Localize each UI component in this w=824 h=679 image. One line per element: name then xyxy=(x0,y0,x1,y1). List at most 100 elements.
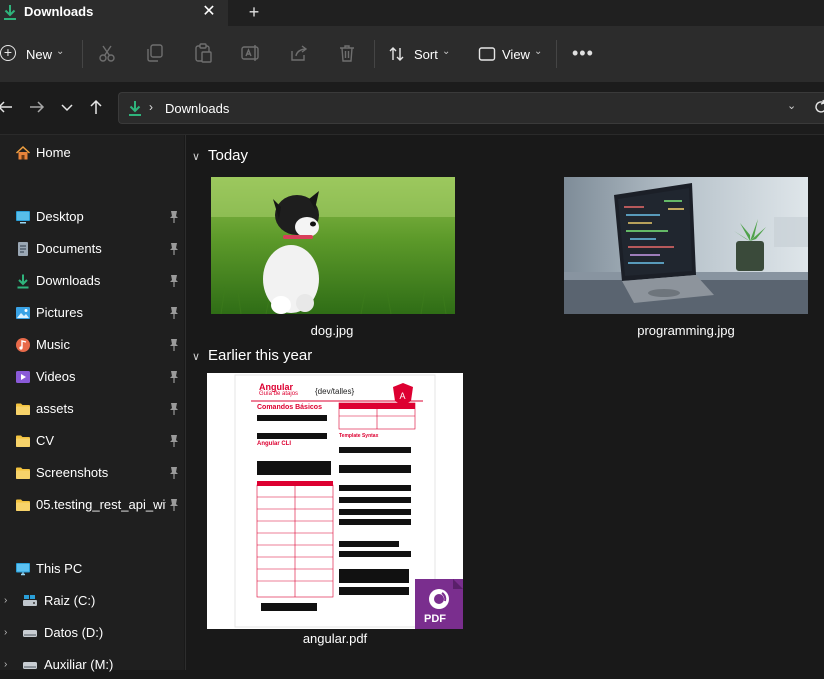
breadcrumb-separator: › xyxy=(149,100,153,114)
close-tab-icon[interactable]: ✕ xyxy=(200,2,218,22)
pin-icon[interactable] xyxy=(168,466,180,480)
arrow-left-icon xyxy=(0,101,12,113)
divider xyxy=(374,40,375,68)
pdf-thumbnail: A Angular Guía de atajos {dev/talles} Co… xyxy=(207,373,463,629)
pin-icon[interactable] xyxy=(168,402,180,416)
image-thumbnail xyxy=(564,177,808,314)
sidebar-item-drive-d[interactable]: › Datos (D:) xyxy=(0,619,184,647)
pin-icon[interactable] xyxy=(168,370,180,384)
chevron-down-icon: ⌄ xyxy=(442,46,451,57)
share-button[interactable] xyxy=(288,42,310,64)
copy-button[interactable] xyxy=(144,42,166,64)
file-name: angular.pdf xyxy=(302,631,368,646)
pin-icon[interactable] xyxy=(168,338,180,352)
address-bar[interactable]: › Downloads ⌄ xyxy=(118,92,824,124)
recent-locations-button[interactable] xyxy=(58,98,76,116)
back-button[interactable] xyxy=(0,98,14,116)
computer-icon xyxy=(16,563,30,576)
folder-icon xyxy=(16,467,30,479)
sidebar-item-drive-c[interactable]: › Raiz (C:) xyxy=(0,587,184,615)
downloads-icon xyxy=(129,101,141,116)
chevron-down-icon xyxy=(61,104,73,112)
file-tile-dog[interactable]: dog.jpg xyxy=(208,177,456,342)
pin-icon[interactable] xyxy=(168,242,180,256)
plus-icon: + xyxy=(0,45,16,61)
cut-icon xyxy=(99,45,115,62)
chevron-right-icon[interactable]: › xyxy=(4,595,7,606)
rename-icon xyxy=(241,45,259,61)
tab-downloads[interactable]: Downloads ✕ xyxy=(0,0,228,26)
command-bar: + New ⌄ Sort ⌄ View ⌄ ••• xyxy=(0,26,824,82)
cut-button[interactable] xyxy=(96,42,118,64)
address-dropdown-icon[interactable]: ⌄ xyxy=(787,99,796,112)
new-tab-icon[interactable]: + xyxy=(246,2,262,22)
sidebar-item-music[interactable]: Music xyxy=(0,331,184,359)
breadcrumb-downloads[interactable]: Downloads xyxy=(165,101,229,116)
delete-button[interactable] xyxy=(336,42,358,64)
sidebar-item-05-testing-rest-api-with[interactable]: 05.testing_rest_api_with_ xyxy=(0,491,184,519)
sidebar-item-home[interactable]: Home xyxy=(0,139,184,167)
sidebar-item-label: Downloads xyxy=(36,273,101,288)
sidebar-item-pictures[interactable]: Pictures xyxy=(0,299,184,327)
sidebar-item-label: This PC xyxy=(36,561,83,576)
divider xyxy=(556,40,557,68)
drive-icon xyxy=(23,630,37,637)
pin-icon[interactable] xyxy=(168,434,180,448)
file-tile-angular-pdf[interactable]: A Angular Guía de atajos {dev/talles} Co… xyxy=(207,373,463,653)
chevron-right-icon[interactable]: › xyxy=(4,659,7,670)
rename-button[interactable] xyxy=(240,42,262,64)
sidebar-item-drive-m[interactable]: › Auxiliar (M:) xyxy=(0,651,184,679)
view-button-label: View xyxy=(502,47,530,62)
file-name: dog.jpg xyxy=(310,323,354,338)
file-tile-programming[interactable]: programming.jpg xyxy=(562,177,810,342)
home-icon xyxy=(15,145,31,160)
title-bar: Downloads ✕ + xyxy=(0,0,824,26)
sidebar-item-cv[interactable]: CV xyxy=(0,427,184,455)
sidebar-item-screenshots[interactable]: Screenshots xyxy=(0,459,184,487)
pdf-brand: {dev/talles} xyxy=(315,387,355,396)
refresh-icon[interactable] xyxy=(813,99,824,115)
sidebar-item-this-pc[interactable]: This PC xyxy=(0,555,184,583)
view-icon xyxy=(478,47,496,61)
pictures-icon xyxy=(16,307,30,319)
group-header-today[interactable]: ∨ Today xyxy=(192,147,248,164)
group-header-earlier-this-year[interactable]: ∨ Earlier this year xyxy=(192,347,312,364)
chevron-down-icon: ⌄ xyxy=(56,46,65,57)
view-button[interactable]: View ⌄ xyxy=(478,39,548,69)
pin-icon[interactable] xyxy=(168,306,180,320)
up-button[interactable] xyxy=(87,98,105,116)
pdf-section: Template Syntax xyxy=(339,433,379,439)
folder-icon xyxy=(16,499,30,511)
folder-icon xyxy=(16,435,30,447)
arrow-up-icon xyxy=(90,99,102,114)
new-button[interactable]: + New ⌄ xyxy=(0,39,72,69)
pdf-badge-label: PDF xyxy=(424,613,446,625)
svg-text:A: A xyxy=(400,391,406,401)
sidebar-item-downloads[interactable]: Downloads xyxy=(0,267,184,295)
pin-icon[interactable] xyxy=(168,498,180,512)
chevron-right-icon[interactable]: › xyxy=(4,627,7,638)
sidebar-item-label: Pictures xyxy=(36,305,83,320)
sidebar-item-label: Screenshots xyxy=(36,465,109,480)
more-options-icon[interactable]: ••• xyxy=(572,44,594,62)
music-icon xyxy=(16,338,30,352)
forward-button[interactable] xyxy=(28,98,46,116)
file-name: programming.jpg xyxy=(637,323,735,338)
navigation-pane: Home Desktop Documents Downloads Pictures Mu… xyxy=(0,135,184,672)
sidebar-item-label: Documents xyxy=(36,241,102,256)
sort-button[interactable]: Sort ⌄ xyxy=(388,39,454,69)
arrow-right-icon xyxy=(30,101,45,113)
pin-icon[interactable] xyxy=(168,274,180,288)
pin-icon[interactable] xyxy=(168,210,180,224)
sidebar-item-videos[interactable]: Videos xyxy=(0,363,184,391)
tab-title: Downloads xyxy=(24,4,94,19)
sidebar-item-assets[interactable]: assets xyxy=(0,395,184,423)
sidebar-item-documents[interactable]: Documents xyxy=(0,235,184,263)
documents-icon xyxy=(18,242,28,256)
paste-button[interactable] xyxy=(192,42,214,64)
pdf-section: Angular CLI xyxy=(257,441,291,447)
sidebar-item-label: assets xyxy=(36,401,74,416)
sidebar-item-desktop[interactable]: Desktop xyxy=(0,203,184,231)
sidebar-item-label: Raiz (C:) xyxy=(44,593,96,608)
file-view: ∨ Today dog.jpg programming.jpg ∨ Earlie… xyxy=(186,135,824,670)
